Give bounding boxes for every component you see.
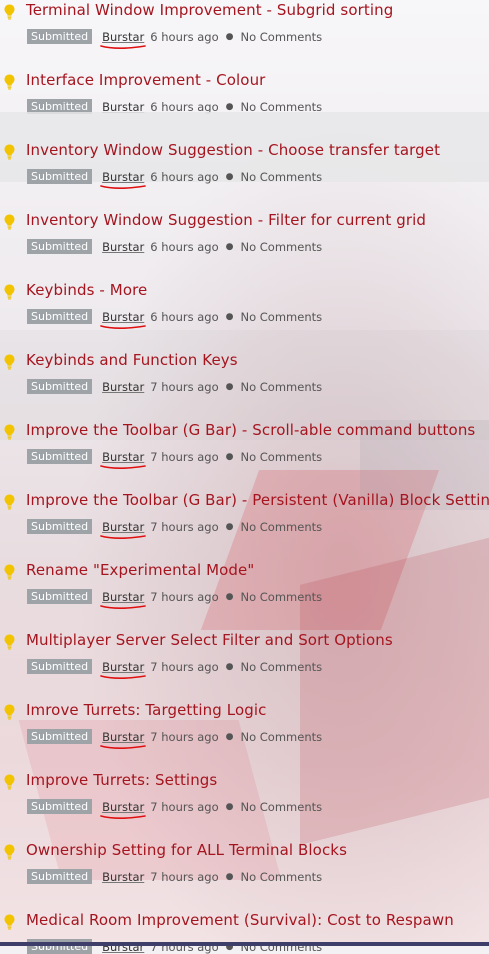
lightbulb-icon: [4, 704, 15, 720]
suggestion-title-link[interactable]: Multiplayer Server Select Filter and Sor…: [26, 631, 393, 649]
suggestion-title-link[interactable]: Imrove Turrets: Targetting Logic: [26, 701, 266, 719]
lightbulb-icon: [4, 354, 15, 370]
lightbulb-icon: [4, 494, 15, 510]
suggestion-title-link[interactable]: Terminal Window Improvement - Subgrid so…: [26, 1, 393, 19]
separator-dot: ●: [225, 311, 234, 322]
lightbulb-icon: [4, 424, 15, 440]
suggestion-title-link[interactable]: Improve Turrets: Settings: [26, 771, 217, 789]
lightbulb-icon: [4, 284, 15, 300]
lightbulb-icon: [4, 4, 15, 20]
suggestion-title-link[interactable]: Improve the Toolbar (G Bar) - Persistent…: [26, 491, 489, 509]
lightbulb-icon: [4, 774, 15, 790]
suggestion-title-link[interactable]: Keybinds - More: [26, 281, 147, 299]
separator-dot: ●: [225, 661, 234, 672]
list-item: Improve the Toolbar (G Bar) - Persistent…: [0, 462, 489, 539]
suggestion-title-link[interactable]: Keybinds and Function Keys: [26, 351, 238, 369]
list-item: Inventory Window Suggestion - Choose tra…: [0, 112, 489, 189]
lightbulb-icon: [4, 74, 15, 90]
list-item: Improve the Toolbar (G Bar) - Scroll-abl…: [0, 392, 489, 469]
list-item: Terminal Window Improvement - Subgrid so…: [0, 0, 489, 49]
separator-dot: ●: [225, 871, 234, 882]
separator-dot: ●: [225, 171, 234, 182]
separator-dot: ●: [225, 101, 234, 112]
suggestion-title-link[interactable]: Improve the Toolbar (G Bar) - Scroll-abl…: [26, 421, 475, 439]
suggestion-title-link[interactable]: Ownership Setting for ALL Terminal Block…: [26, 841, 347, 859]
suggestion-list: Terminal Window Improvement - Subgrid so…: [0, 0, 489, 954]
lightbulb-icon: [4, 914, 15, 930]
suggestion-title-link[interactable]: Inventory Window Suggestion - Filter for…: [26, 211, 426, 229]
lightbulb-icon: [4, 564, 15, 580]
suggestion-title-link[interactable]: Inventory Window Suggestion - Choose tra…: [26, 141, 440, 159]
list-item: Inventory Window Suggestion - Filter for…: [0, 182, 489, 254]
separator-dot: ●: [225, 241, 234, 252]
list-item: Imrove Turrets: Targetting Logic Submitt…: [0, 672, 489, 749]
separator-dot: ●: [225, 451, 234, 462]
lightbulb-icon: [4, 634, 15, 650]
separator-dot: ●: [225, 801, 234, 812]
separator-dot: ●: [225, 31, 234, 42]
list-item: Interface Improvement - Colour Submitted…: [0, 42, 489, 114]
suggestion-title-link[interactable]: Interface Improvement - Colour: [26, 71, 265, 89]
separator-dot: ●: [225, 731, 234, 742]
list-item: Multiplayer Server Select Filter and Sor…: [0, 602, 489, 679]
separator-dot: ●: [225, 381, 234, 392]
suggestion-title-link[interactable]: Medical Room Improvement (Survival): Cos…: [26, 911, 454, 929]
lightbulb-icon: [4, 214, 15, 230]
list-item: Ownership Setting for ALL Terminal Block…: [0, 812, 489, 884]
suggestion-title-link[interactable]: Rename "Experimental Mode": [26, 561, 254, 579]
lightbulb-icon: [4, 844, 15, 860]
list-item: Keybinds - More Submitted Burstar 6 hour…: [0, 252, 489, 329]
list-item: Improve Turrets: Settings Submitted Burs…: [0, 742, 489, 819]
separator-dot: ●: [225, 591, 234, 602]
list-item: Keybinds and Function Keys Submitted Bur…: [0, 322, 489, 394]
lightbulb-icon: [4, 144, 15, 160]
separator-dot: ●: [225, 521, 234, 532]
bottom-bar: [0, 942, 489, 946]
list-item: Rename "Experimental Mode" Submitted Bur…: [0, 532, 489, 609]
